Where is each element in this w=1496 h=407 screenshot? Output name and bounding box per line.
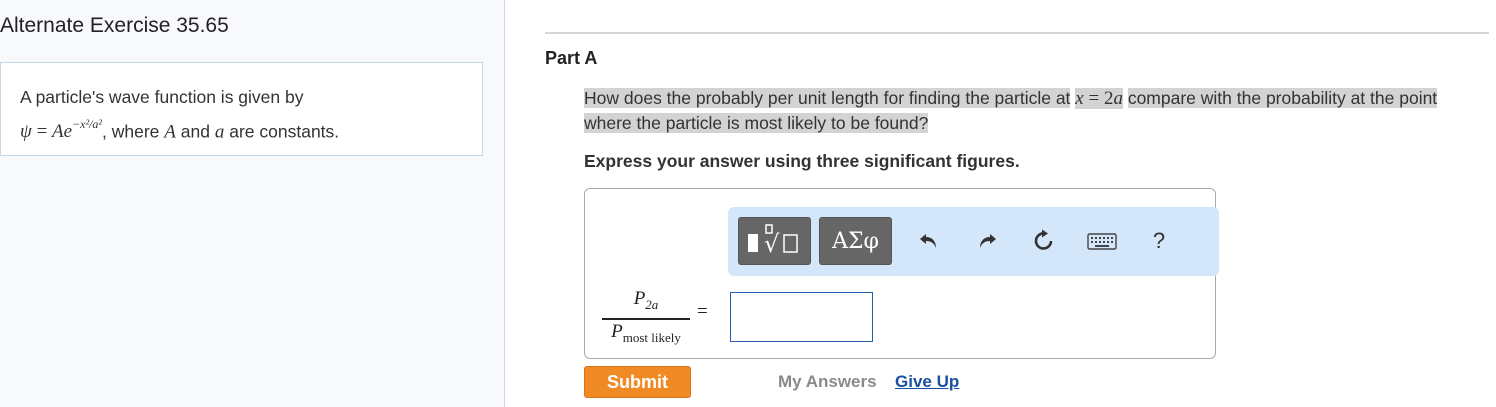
fraction-denominator: Pmost likely: [611, 320, 681, 345]
answer-input[interactable]: [730, 292, 873, 342]
my-answers-link[interactable]: My Answers: [778, 372, 877, 392]
redo-button[interactable]: [971, 225, 1003, 257]
intro-text: A particle's wave function is given by: [20, 87, 304, 107]
symbols-button[interactable]: ΑΣφ: [819, 217, 892, 265]
give-up-link[interactable]: Give Up: [895, 372, 959, 392]
fraction-bar: [602, 317, 690, 320]
question-before: How does the probably per unit length fo…: [584, 88, 1071, 108]
answer-area: √ ΑΣφ ? P2a Pmost likely =: [584, 188, 1219, 359]
var-A: A: [164, 121, 176, 143]
exercise-pane: Alternate Exercise 35.65 A particle's wa…: [0, 0, 505, 407]
undo-icon: [920, 234, 936, 248]
help-button[interactable]: ?: [1143, 225, 1175, 257]
templates-icon: √: [747, 224, 798, 258]
redo-icon: [980, 234, 996, 248]
reset-icon: [1034, 229, 1053, 250]
part-divider: [545, 32, 1489, 34]
intro-after-math: , where: [102, 121, 160, 142]
intro-and: and: [180, 121, 210, 142]
undo-button[interactable]: [913, 225, 945, 257]
fraction-numerator: P2a: [633, 288, 659, 312]
equals-sign: =: [697, 301, 708, 322]
root-symbol: √: [764, 230, 780, 258]
submit-button[interactable]: Submit: [584, 366, 691, 398]
exercise-title: Alternate Exercise 35.65: [0, 14, 229, 37]
question-text: How does the probably per unit length fo…: [584, 86, 1484, 135]
math-toolbar: √ ΑΣφ ?: [728, 207, 1219, 276]
answer-instruction: Express your answer using three signific…: [584, 151, 1020, 171]
answer-label-fraction: P2a Pmost likely: [602, 287, 690, 348]
intro-math-line: ψ = Ae−x²/a², where A and a are constant…: [20, 112, 482, 146]
var-a: a: [214, 121, 225, 143]
wave-function-formula: ψ = Ae−x²/a²: [20, 117, 103, 143]
reset-button[interactable]: [1028, 225, 1060, 257]
part-label: Part A: [545, 48, 598, 68]
question-math: x = 2a: [1075, 88, 1123, 109]
keyboard-button[interactable]: [1085, 225, 1119, 257]
keyboard-icon: [1087, 233, 1117, 250]
templates-button[interactable]: √: [738, 217, 811, 265]
problem-intro: A particle's wave function is given by ψ…: [0, 62, 483, 156]
intro-end: are constants.: [229, 121, 340, 142]
help-icon: ?: [1152, 228, 1166, 253]
